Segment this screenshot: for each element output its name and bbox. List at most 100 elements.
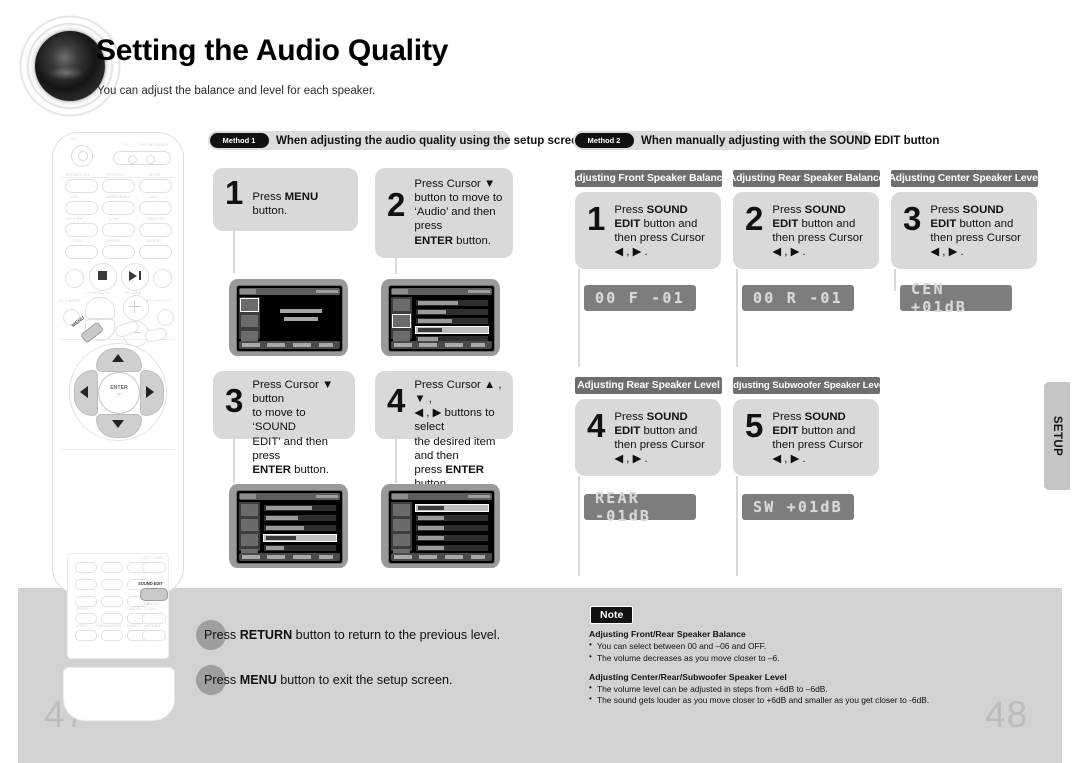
subtitle-button: [139, 223, 172, 237]
step-number: 4: [387, 382, 406, 419]
label-logo: LOGO: [76, 624, 88, 628]
logo-button: [75, 630, 97, 641]
step3-connector: [233, 439, 235, 483]
method1-step-3: 3 Press Cursor ▼ button to move to ‘SOUND…: [213, 371, 355, 476]
label-dimmer: DIMMER: [105, 239, 121, 243]
col-title-front-balance: Adjusting Front Speaker Balance: [569, 170, 728, 187]
step-number: 5: [745, 407, 764, 444]
col-title-rear-balance: Adjusting Rear Speaker Balance: [729, 170, 884, 187]
next-track-button: [153, 269, 172, 288]
key-2: [101, 562, 123, 573]
col-title-rear-level: Adjusting Rear Speaker Level: [575, 377, 722, 394]
slow-button: [102, 223, 135, 237]
enter-button: ENTER ☞: [98, 372, 140, 414]
label-subwoofer: SUBWOOFER: [96, 624, 122, 628]
ch-view-button: [65, 223, 98, 237]
method1-step-4: 4 Press Cursor ▲ , ▼ , ◀ , ▶ buttons to s…: [375, 371, 513, 490]
label-repeat: REPEAT: [146, 239, 162, 243]
numeric-keypad: SOUND EDIT TEST TONE REMAIN SLEEP CANCEL…: [67, 553, 169, 659]
dimmer-button: [102, 245, 135, 259]
step2-connector: [395, 258, 397, 274]
col1-connector: [578, 269, 580, 367]
cursor-left-icon: [80, 386, 88, 398]
label-sound-edit: SOUND EDIT: [138, 581, 163, 586]
step-number: 1: [225, 174, 244, 211]
zoom-button: [142, 613, 166, 624]
method2-step-1: 1 Press SOUND EDIT button and then press C…: [575, 192, 721, 269]
label-sleep: SLEEP: [76, 607, 89, 611]
dvd-button: [65, 201, 98, 215]
sleep-button: [75, 613, 97, 624]
note-item: The sound gets louder as you move closer…: [589, 694, 1019, 705]
label-return: RETURN: [144, 624, 161, 628]
pl2-effect-button: [157, 309, 174, 326]
channel-up-button: [85, 297, 115, 319]
label-slow: SLOW: [108, 217, 120, 221]
method2-header: Method 2 When manually adjusting with th…: [573, 131, 939, 150]
method1-tag: Method 1: [210, 133, 269, 148]
speaker-logo-icon: [18, 14, 122, 124]
lcd-display-center-level: CEN +01dB: [900, 280, 1012, 316]
step-text: Press Cursor ▲ , ▼ , ◀ , ▶ buttons to sel…: [414, 379, 502, 490]
step-button: [65, 245, 98, 259]
key-0: [101, 613, 123, 624]
method1-step-2: 2 Press Cursor ▼ button to move to ‘Audio’…: [375, 168, 513, 258]
method2-step-5: 5 Press SOUND EDIT button and then press C…: [733, 399, 879, 476]
note-item: You can select between 00 and –06 and OF…: [589, 640, 1019, 651]
label-mode: MODE: [149, 173, 161, 177]
note-heading-2: Adjusting Center/Rear/Subwoofer Speaker …: [589, 671, 787, 682]
tv-video-button: [102, 179, 135, 193]
method2-step-2: 2 Press SOUND EDIT button and then press C…: [733, 192, 879, 269]
step-text: Press MENU button.: [252, 191, 319, 218]
step-text: Press SOUND EDIT button and then press Cur…: [614, 204, 705, 259]
label-clear-back: CLEAR/BACK: [85, 291, 110, 295]
step-text: Press SOUND EDIT button and then press Cur…: [614, 411, 705, 466]
key-8: [101, 596, 123, 607]
label-remain: REMAIN: [144, 602, 160, 606]
col4-connector: [578, 476, 580, 576]
page-subtitle: You can adjust the balance and level for…: [97, 85, 376, 97]
step-text: Press Cursor ▼ button to move to ‘SOUND ED…: [252, 379, 334, 476]
volume-up-button: [123, 295, 149, 321]
test-tone-button: [142, 562, 166, 573]
play-icon: [129, 271, 137, 281]
tv-screenshot-step4: [381, 484, 500, 568]
tuner-band-button: [102, 201, 135, 215]
footer-bullet-menu: Press MENU button to exit the setup scre…: [196, 665, 453, 695]
tv-screenshot-step2: [381, 279, 500, 356]
col3-connector: [894, 269, 896, 291]
step1-connector: [233, 231, 235, 273]
method2-tag: Method 2: [575, 133, 634, 148]
method2-step-3: 3 Press SOUND EDIT button and then press C…: [891, 192, 1037, 269]
return-button: [142, 630, 166, 641]
key-5: [101, 579, 123, 590]
lcd-display-rear-level: REAR -01dB: [584, 489, 696, 525]
lcd-display-subwoofer-level: SW +01dB: [742, 494, 854, 520]
footer-bullet-return: Press RETURN button to return to the pre…: [196, 620, 500, 650]
label-tuner-band: TUNER/BAND: [105, 195, 131, 199]
method2-step-4: 4 Press SOUND EDIT button and then press C…: [575, 399, 721, 476]
label-subtitle: SUBTITLE: [146, 217, 165, 221]
note-body: Adjusting Front/Rear Speaker Balance You…: [589, 629, 1019, 707]
label-tv: TV: [123, 143, 128, 147]
mode-button: [139, 179, 172, 193]
note-badge: Note: [590, 606, 634, 624]
tv-screenshot-step3: [229, 484, 348, 568]
label-aux: AUX: [151, 195, 159, 199]
note-item: The volume decreases as you move closer …: [589, 652, 1019, 663]
label-test-tone: TEST TONE: [142, 556, 164, 560]
step-number: 2: [745, 200, 764, 237]
step-number: 3: [903, 200, 922, 237]
subwoofer-button: [101, 630, 123, 641]
col-title-center-level: Adjusting Center Speaker Level: [888, 170, 1041, 187]
label-cancel: CANCEL: [126, 607, 142, 611]
repeat-button: [139, 245, 172, 259]
step-text: Press Cursor ▼ button to move to ‘Audio’ a…: [414, 178, 503, 247]
key-1: [75, 562, 97, 573]
step4-connector: [395, 439, 397, 483]
col5-connector: [736, 476, 738, 576]
footer-bullet-text: Press RETURN button to return to the pre…: [204, 628, 501, 642]
step-number: 1: [587, 200, 606, 237]
step-text: Press SOUND EDIT button and then press Cur…: [772, 204, 863, 259]
label-open-close: OPEN/CLOSE: [65, 173, 91, 177]
